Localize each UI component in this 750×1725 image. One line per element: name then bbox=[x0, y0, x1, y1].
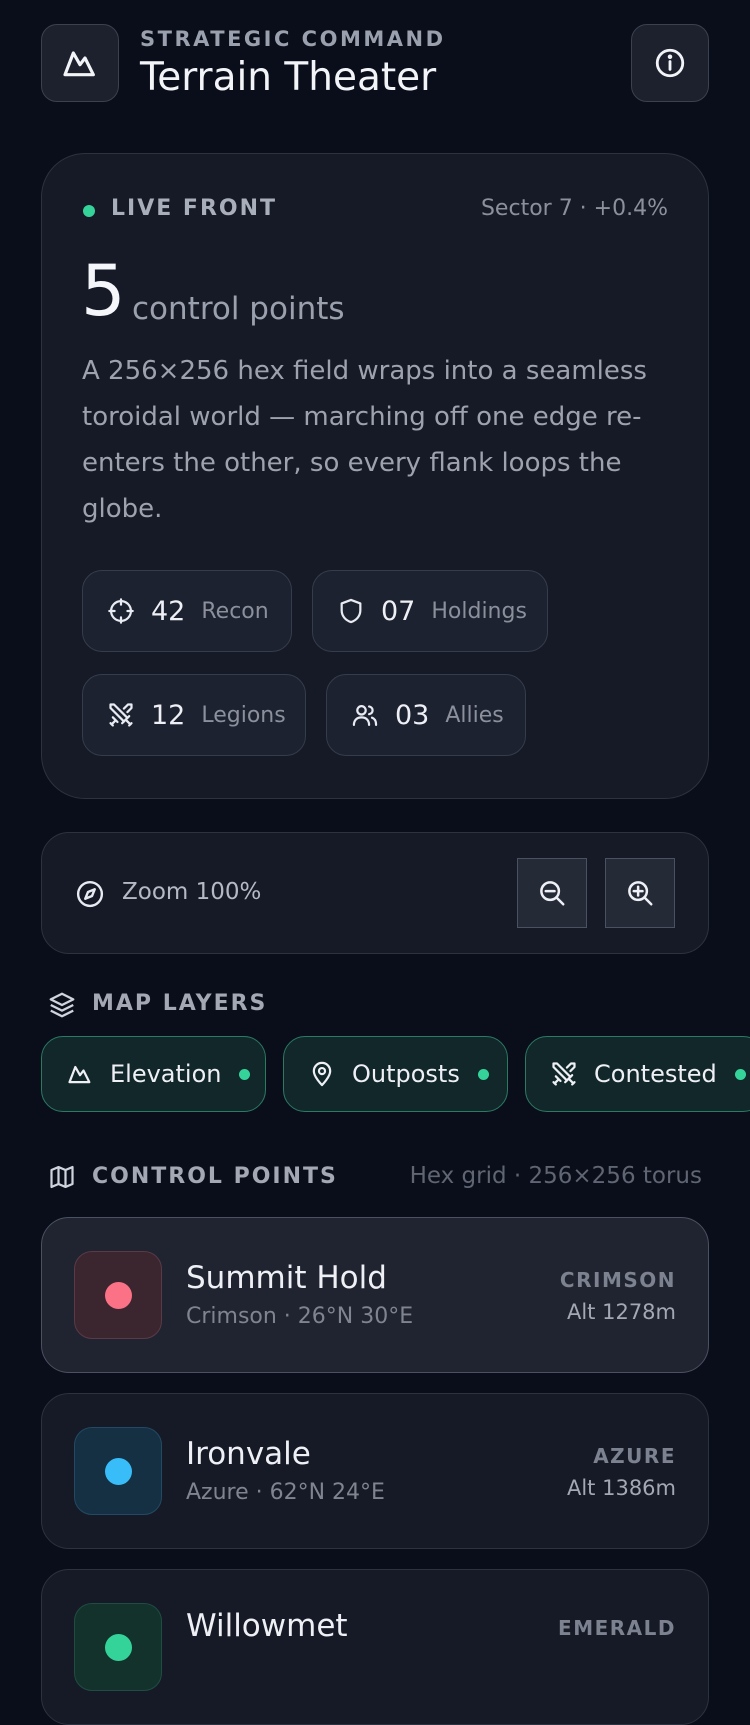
users-icon bbox=[351, 701, 379, 729]
stat-legions[interactable]: 12 Legions bbox=[82, 674, 306, 756]
sector-readout: Sector 7 · +0.4% bbox=[480, 196, 668, 221]
zoom-in-icon bbox=[625, 878, 655, 908]
zoom-in-button[interactable] bbox=[605, 858, 675, 928]
faction-swatch bbox=[74, 1603, 162, 1691]
crosshair-icon bbox=[107, 597, 135, 625]
stat-allies[interactable]: 03 Allies bbox=[326, 674, 526, 756]
stat-value: 03 bbox=[395, 699, 430, 731]
control-points-title: CONTROL POINTS bbox=[92, 1164, 338, 1189]
control-point-name: Willowmet bbox=[186, 1608, 348, 1644]
app-eyebrow: STRATEGIC COMMAND bbox=[140, 27, 446, 51]
altitude-readout: Alt 1278m bbox=[566, 1300, 676, 1324]
stat-recon[interactable]: 42 Recon bbox=[82, 570, 292, 652]
stat-label: Recon bbox=[201, 598, 269, 624]
zoom-level: Zoom 100% bbox=[122, 879, 262, 905]
control-point-name: Summit Hold bbox=[186, 1260, 387, 1296]
zoom-out-icon bbox=[537, 878, 567, 908]
info-button[interactable] bbox=[631, 24, 709, 102]
control-point-count-unit: control points bbox=[132, 291, 345, 327]
grid-meta: Hex grid · 256×256 torus bbox=[409, 1163, 702, 1189]
layer-chip-label: Outposts bbox=[352, 1060, 460, 1088]
compass-icon bbox=[75, 879, 105, 909]
control-point-count: 5 bbox=[81, 250, 126, 332]
faction-label: CRIMSON bbox=[559, 1268, 676, 1292]
shield-icon bbox=[337, 597, 365, 625]
faction-swatch bbox=[74, 1427, 162, 1515]
live-status-label: LIVE FRONT bbox=[111, 196, 278, 221]
stat-value: 12 bbox=[151, 699, 186, 731]
faction-label: EMERALD bbox=[558, 1616, 676, 1640]
altitude-readout: Alt 1386m bbox=[566, 1476, 676, 1500]
map-icon bbox=[48, 1163, 76, 1191]
layer-chip-label: Contested bbox=[594, 1060, 717, 1088]
live-status-dot bbox=[83, 205, 95, 217]
layer-active-dot bbox=[734, 1068, 746, 1080]
control-point-coords: Crimson · 26°N 30°E bbox=[186, 1304, 414, 1329]
crossed-swords-icon bbox=[107, 701, 135, 729]
map-pin-icon bbox=[308, 1060, 336, 1088]
app-logo-button[interactable] bbox=[41, 24, 119, 102]
faction-dot bbox=[104, 1633, 132, 1661]
faction-dot bbox=[104, 1457, 132, 1485]
layer-chip-contested[interactable]: Contested bbox=[525, 1036, 750, 1112]
layers-icon bbox=[47, 990, 77, 1020]
stat-value: 42 bbox=[151, 595, 186, 627]
mountain-icon bbox=[66, 1060, 94, 1088]
stat-label: Holdings bbox=[431, 598, 527, 624]
faction-dot bbox=[104, 1281, 132, 1309]
faction-swatch bbox=[74, 1251, 162, 1339]
zoom-out-button[interactable] bbox=[517, 858, 587, 928]
stat-holdings[interactable]: 07 Holdings bbox=[312, 570, 548, 652]
page-title: Terrain Theater bbox=[140, 55, 437, 100]
map-layers-title: MAP LAYERS bbox=[92, 991, 268, 1016]
control-point-name: Ironvale bbox=[186, 1436, 311, 1472]
crossed-swords-icon bbox=[550, 1060, 578, 1088]
layer-chip-elevation[interactable]: Elevation bbox=[41, 1036, 266, 1112]
faction-label: AZURE bbox=[593, 1444, 676, 1468]
layer-chip-outposts[interactable]: Outposts bbox=[283, 1036, 508, 1112]
stat-label: Legions bbox=[201, 702, 286, 728]
mountain-icon bbox=[60, 43, 100, 83]
stat-label: Allies bbox=[445, 702, 504, 728]
control-point-coords: Azure · 62°N 24°E bbox=[186, 1480, 385, 1505]
layer-chip-label: Elevation bbox=[110, 1060, 222, 1088]
layer-active-dot bbox=[477, 1068, 489, 1080]
layer-active-dot bbox=[239, 1068, 251, 1080]
world-description: A 256×256 hex field wraps into a seamles… bbox=[82, 356, 647, 524]
info-icon bbox=[653, 46, 687, 80]
stat-value: 07 bbox=[381, 595, 416, 627]
